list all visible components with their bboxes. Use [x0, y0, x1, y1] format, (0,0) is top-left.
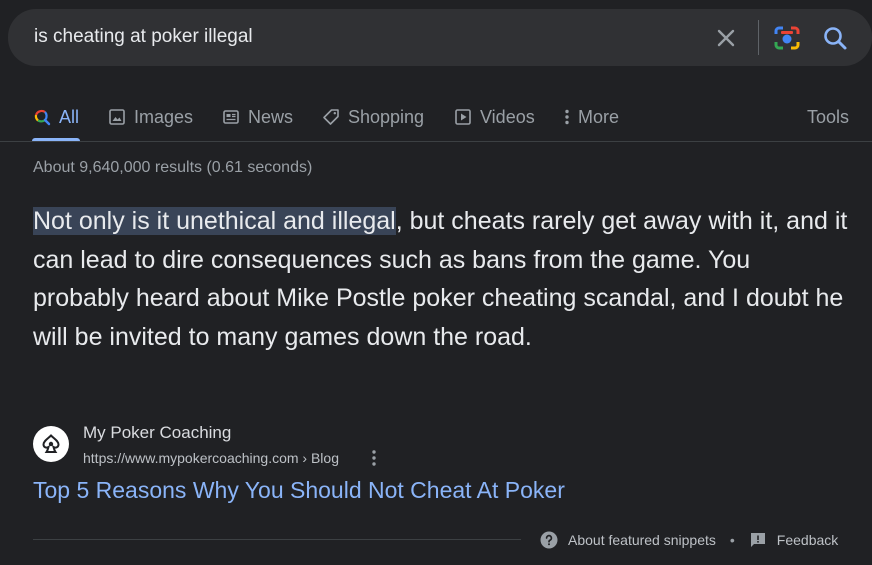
play-icon [454, 108, 472, 126]
camera-lens-icon[interactable] [772, 23, 802, 53]
feedback-label: Feedback [776, 532, 839, 548]
tools-button[interactable]: Tools [807, 104, 849, 130]
tab-label: All [59, 106, 80, 127]
feedback-icon [750, 533, 765, 547]
poker-spade-icon [42, 434, 60, 453]
snippet-source: My Poker Coaching https://www.mypokercoa… [33, 422, 633, 472]
about-label: About featured snippets [568, 532, 716, 548]
search-icon[interactable] [820, 23, 850, 53]
newspaper-icon [222, 108, 240, 126]
result-title-link[interactable]: Top 5 Reasons Why You Should Not Cheat A… [33, 477, 565, 504]
image-icon [108, 108, 126, 126]
tab-more[interactable]: More [562, 104, 619, 130]
footer-divider [33, 539, 521, 540]
feedback-link[interactable]: Feedback [749, 531, 838, 549]
footer-separator: • [729, 532, 735, 548]
site-favicon [33, 426, 69, 462]
more-vert-icon [562, 108, 572, 126]
tab-label: Videos [480, 106, 535, 127]
site-url[interactable]: https://www.mypokercoaching.com › Blog [83, 450, 339, 466]
tools-label: Tools [807, 106, 850, 127]
search-tabs: All Images News Shopping Videos More Too… [0, 92, 872, 142]
about-featured-snippets-link[interactable]: About featured snippets [540, 531, 716, 549]
site-name[interactable]: My Poker Coaching [83, 423, 231, 443]
search-input[interactable]: is cheating at poker illegal [34, 26, 253, 48]
tab-videos[interactable]: Videos [454, 104, 535, 130]
tab-shopping[interactable]: Shopping [322, 104, 424, 130]
more-options-icon[interactable] [365, 448, 383, 468]
tab-label: Shopping [348, 106, 425, 127]
tab-label: More [578, 106, 620, 127]
result-stats: About 9,640,000 results (0.61 seconds) [33, 159, 313, 176]
search-bar[interactable]: is cheating at poker illegal [8, 9, 872, 66]
help-icon [540, 531, 558, 549]
search-results-page: is cheating at poker illegal All Images … [0, 0, 872, 565]
tab-label: News [248, 106, 294, 127]
snippet-highlight: Not only is it unethical and illegal [33, 207, 396, 235]
tabs-divider [0, 141, 872, 142]
tab-all[interactable]: All [33, 104, 79, 130]
google-multicolor-search-icon [33, 108, 51, 126]
clear-icon[interactable] [711, 23, 741, 53]
snippet-footer: About featured snippets • Feedback [540, 529, 838, 551]
searchbar-divider [758, 20, 759, 55]
featured-snippet-text: Not only is it unethical and illegal, bu… [33, 202, 848, 356]
tab-images[interactable]: Images [108, 104, 193, 130]
tab-label: Images [134, 106, 194, 127]
tag-icon [322, 108, 340, 126]
tab-news[interactable]: News [222, 104, 293, 130]
